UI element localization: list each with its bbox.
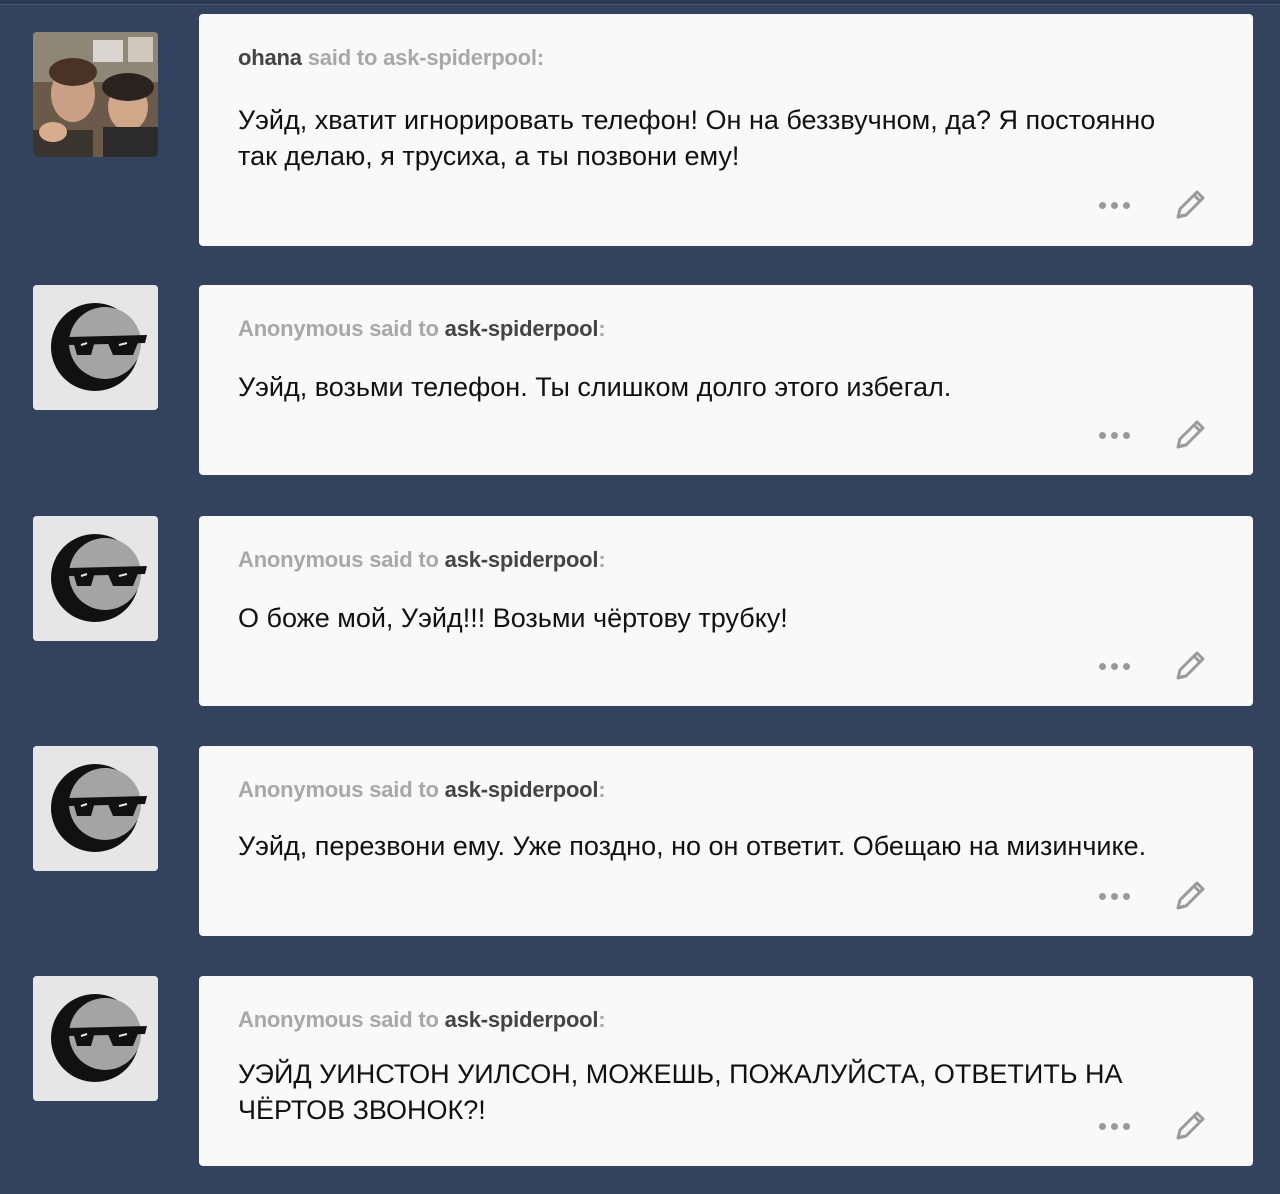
recipient-blog[interactable]: ask-spiderpool xyxy=(445,1007,599,1032)
asker-name[interactable]: Anonymous xyxy=(238,316,364,341)
anonymous-sunglasses-avatar-icon xyxy=(33,285,158,410)
asker-avatar-anon[interactable] xyxy=(33,746,158,871)
ask-post: ohana said to ask-spiderpool: Уэйд, хват… xyxy=(0,0,1280,246)
ask-card: Anonymous said to ask-spiderpool: УЭЙД У… xyxy=(199,976,1253,1166)
ask-card: Anonymous said to ask-spiderpool: Уэйд, … xyxy=(199,285,1253,475)
pencil-icon[interactable] xyxy=(1170,876,1210,916)
ask-card: Anonymous said to ask-spiderpool: О боже… xyxy=(199,516,1253,706)
anonymous-sunglasses-avatar-icon xyxy=(33,746,158,871)
asker-avatar-anon[interactable] xyxy=(33,516,158,641)
ask-header: Anonymous said to ask-spiderpool: xyxy=(238,547,606,573)
said-to-label: said to xyxy=(307,45,378,70)
pencil-icon[interactable] xyxy=(1170,1106,1210,1146)
asker-name[interactable]: Anonymous xyxy=(238,777,364,802)
ask-header: Anonymous said to ask-spiderpool: xyxy=(238,316,606,342)
pencil-icon[interactable] xyxy=(1170,646,1210,686)
recipient-blog[interactable]: ask-spiderpool xyxy=(383,45,537,70)
header-colon: : xyxy=(598,547,606,572)
recipient-blog[interactable]: ask-spiderpool xyxy=(445,777,599,802)
anonymous-sunglasses-avatar-icon xyxy=(33,516,158,641)
ask-post: Anonymous said to ask-spiderpool: О боже… xyxy=(0,502,1280,734)
asker-avatar-photo[interactable] xyxy=(33,32,158,157)
ask-text: О боже мой, Уэйд!!! Возьми чёртову трубк… xyxy=(238,603,788,633)
more-dots-icon[interactable] xyxy=(1099,888,1139,904)
ask-header: ohana said to ask-spiderpool: xyxy=(238,45,544,71)
asker-avatar-anon[interactable] xyxy=(33,976,158,1101)
said-to-label: said to xyxy=(369,777,439,802)
asker-name[interactable]: ohana xyxy=(238,45,302,70)
more-dots-icon[interactable] xyxy=(1099,1118,1139,1134)
header-colon: : xyxy=(536,45,544,70)
said-to-label: said to xyxy=(369,1007,439,1032)
ask-post: Anonymous said to ask-spiderpool: Уэйд, … xyxy=(0,271,1280,503)
user-photo-avatar-icon xyxy=(33,32,158,157)
asker-avatar-anon[interactable] xyxy=(33,285,158,410)
recipient-blog[interactable]: ask-spiderpool xyxy=(445,547,599,572)
said-to-label: said to xyxy=(369,316,439,341)
anonymous-sunglasses-avatar-icon xyxy=(33,976,158,1101)
ask-post: Anonymous said to ask-spiderpool: Уэйд, … xyxy=(0,732,1280,964)
more-dots-icon[interactable] xyxy=(1099,658,1139,674)
header-colon: : xyxy=(598,777,606,802)
ask-text: Уэйд, хватит игнорировать телефон! Он на… xyxy=(238,105,1156,171)
ask-header: Anonymous said to ask-spiderpool: xyxy=(238,777,606,803)
header-colon: : xyxy=(598,1007,606,1032)
asker-name[interactable]: Anonymous xyxy=(238,1007,364,1032)
pencil-icon[interactable] xyxy=(1170,415,1210,455)
ask-header: Anonymous said to ask-spiderpool: xyxy=(238,1007,606,1033)
pencil-icon[interactable] xyxy=(1170,185,1210,225)
asker-name[interactable]: Anonymous xyxy=(238,547,364,572)
ask-card: ohana said to ask-spiderpool: Уэйд, хват… xyxy=(199,14,1253,246)
recipient-blog[interactable]: ask-spiderpool xyxy=(445,316,599,341)
ask-card: Anonymous said to ask-spiderpool: Уэйд, … xyxy=(199,746,1253,936)
ask-post: Anonymous said to ask-spiderpool: УЭЙД У… xyxy=(0,962,1280,1194)
more-dots-icon[interactable] xyxy=(1099,427,1139,443)
said-to-label: said to xyxy=(369,547,439,572)
ask-text: УЭЙД УИНСТОН УИЛСОН, МОЖЕШЬ, ПОЖАЛУЙСТА,… xyxy=(238,1059,1123,1125)
more-dots-icon[interactable] xyxy=(1099,197,1139,213)
ask-text: Уэйд, возьми телефон. Ты слишком долго э… xyxy=(238,372,952,402)
header-colon: : xyxy=(598,316,606,341)
ask-feed: ohana said to ask-spiderpool: Уэйд, хват… xyxy=(0,0,1280,1179)
ask-text: Уэйд, перезвони ему. Уже поздно, но он о… xyxy=(238,831,1147,861)
